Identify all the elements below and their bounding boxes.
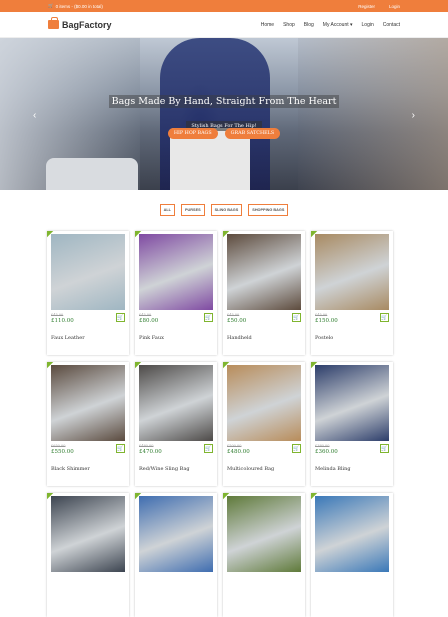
old-price: £45.00 [227, 313, 240, 317]
sale-ribbon [311, 493, 332, 514]
hero-title: Bags Made By Hand, Straight From The Hea… [108, 95, 340, 108]
product-card[interactable] [135, 493, 217, 617]
old-price: £650.00 [51, 444, 66, 448]
old-price: £45.00 [51, 313, 64, 317]
nav-contact[interactable]: Contact [383, 22, 400, 28]
product-card[interactable]: £650.00 £550.00 🛒 Black Shimmer [47, 362, 129, 486]
filter-sling-bags[interactable]: SLING BAGS [210, 204, 243, 216]
price: £150.00 [315, 318, 338, 324]
old-price: £480.00 [139, 444, 154, 448]
sale-ribbon [223, 493, 244, 514]
sale-ribbon [223, 362, 244, 383]
product-name[interactable]: Multicoloured Bag [227, 466, 274, 472]
main-nav: BagFactory Home Shop Blog My Account ▾ L… [0, 12, 448, 38]
sale-ribbon [223, 231, 244, 252]
product-card[interactable]: £45.00 £150.00 🛒 Postelo [311, 231, 393, 355]
sale-ribbon [135, 362, 156, 383]
add-to-cart-icon[interactable]: 🛒 [116, 313, 125, 322]
product-name[interactable]: Red/Wine Sling Bag [139, 466, 190, 472]
product-card[interactable]: £45.00 £50.00 🛒 Handheld [223, 231, 305, 355]
price: £50.00 [227, 318, 247, 324]
sale-ribbon [311, 362, 332, 383]
sale-ribbon [135, 493, 156, 514]
filter-shopping-bags[interactable]: SHOPPING BAGS [248, 204, 289, 216]
nav-login[interactable]: Login [362, 22, 374, 28]
site-logo[interactable]: BagFactory [48, 17, 112, 30]
sale-ribbon [47, 231, 68, 252]
product-card[interactable] [223, 493, 305, 617]
price: £80.00 [139, 318, 159, 324]
category-filters: ALL PURSES SLING BAGS SHOPPING BAGS [0, 204, 448, 216]
product-card[interactable] [47, 493, 129, 617]
product-name[interactable]: Melinda Bling [315, 466, 351, 472]
product-name[interactable]: Black Shimmer [51, 466, 90, 472]
product-name[interactable]: Postelo [315, 335, 333, 341]
price: £470.00 [139, 449, 162, 455]
sale-ribbon [311, 231, 332, 252]
sale-ribbon [135, 231, 156, 252]
product-card[interactable]: £45.00 £80.00 🛒 Pink Faux [135, 231, 217, 355]
hero-slider: ‹ › Bags Made By Hand, Straight From The… [0, 38, 448, 190]
product-grid: £45.00 £110.00 🛒 Faux Leather £45.00 £80.00 🛒 P… [47, 231, 394, 617]
logo-text: BagFactory [62, 19, 112, 30]
add-to-cart-icon[interactable]: 🛒 [380, 444, 389, 453]
add-to-cart-icon[interactable]: 🛒 [292, 313, 301, 322]
top-bar: 🛒 0 items - ($0.00 in total) Register Lo… [0, 0, 448, 12]
add-to-cart-icon[interactable]: 🛒 [116, 444, 125, 453]
price: £110.00 [51, 318, 74, 324]
add-to-cart-icon[interactable]: 🛒 [204, 313, 213, 322]
product-card[interactable] [311, 493, 393, 617]
add-to-cart-icon[interactable]: 🛒 [380, 313, 389, 322]
add-to-cart-icon[interactable]: 🛒 [204, 444, 213, 453]
price: £360.00 [315, 449, 338, 455]
old-price: £45.00 [315, 313, 328, 317]
car-image [46, 158, 138, 190]
login-link-top[interactable]: Login [389, 4, 400, 9]
old-price: £45.00 [139, 313, 152, 317]
nav-home[interactable]: Home [261, 22, 274, 28]
product-card[interactable]: £500.00 £480.00 🛒 Multicoloured Bag [223, 362, 305, 486]
nav-shop[interactable]: Shop [283, 22, 295, 28]
hip-hop-bags-button[interactable]: HIP HOP BAGS [167, 128, 218, 139]
cart-summary: 0 items - ($0.00 in total) [55, 3, 103, 9]
bag-icon [48, 17, 59, 29]
sale-ribbon [47, 362, 68, 383]
product-card[interactable]: £380.00 £360.00 🛒 Melinda Bling [311, 362, 393, 486]
product-name[interactable]: Handheld [227, 335, 252, 341]
old-price: £500.00 [227, 444, 242, 448]
add-to-cart-icon[interactable]: 🛒 [292, 444, 301, 453]
old-price: £380.00 [315, 444, 330, 448]
product-card[interactable]: £45.00 £110.00 🛒 Faux Leather [47, 231, 129, 355]
filter-purses[interactable]: PURSES [181, 204, 205, 216]
filter-all[interactable]: ALL [159, 204, 176, 216]
grab-satchels-button[interactable]: GRAB SATCHELS [224, 128, 281, 139]
price: £550.00 [51, 449, 74, 455]
product-card[interactable]: £480.00 £470.00 🛒 Red/Wine Sling Bag [135, 362, 217, 486]
register-link[interactable]: Register [358, 4, 375, 9]
cart-icon: 🛒 [48, 3, 54, 8]
sale-ribbon [47, 493, 68, 514]
product-name[interactable]: Faux Leather [51, 335, 85, 341]
price: £480.00 [227, 449, 250, 455]
mini-cart[interactable]: 🛒 0 items - ($0.00 in total) [48, 3, 103, 9]
nav-blog[interactable]: Blog [304, 22, 314, 28]
product-name[interactable]: Pink Faux [139, 335, 164, 341]
nav-my-account[interactable]: My Account ▾ [323, 22, 353, 28]
